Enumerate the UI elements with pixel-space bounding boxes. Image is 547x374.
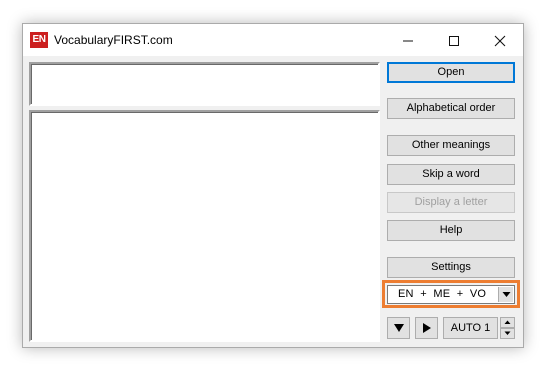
spin-up-button[interactable]	[500, 317, 515, 328]
language-mode-dropdown[interactable]: EN + ME + VO	[387, 285, 515, 304]
maximize-icon	[449, 36, 459, 46]
chevron-up-icon	[504, 320, 511, 324]
minimize-button[interactable]	[385, 24, 431, 56]
play-button[interactable]	[415, 317, 438, 339]
word-display-box[interactable]	[29, 62, 380, 106]
chevron-down-icon	[504, 331, 511, 335]
play-icon	[422, 323, 431, 333]
other-meanings-button[interactable]: Other meanings	[387, 135, 515, 156]
skip-word-button[interactable]: Skip a word	[387, 164, 515, 185]
display-letter-button[interactable]: Display a letter	[387, 192, 515, 213]
auto-speed-field[interactable]: AUTO 1	[443, 317, 498, 339]
close-icon	[494, 35, 506, 47]
dropdown-arrow-button[interactable]	[498, 287, 513, 302]
help-button[interactable]: Help	[387, 220, 515, 241]
alphabetical-order-button[interactable]: Alphabetical order	[387, 98, 515, 119]
chevron-down-icon	[502, 292, 510, 297]
spin-down-button[interactable]	[500, 328, 515, 339]
app-window: EN VocabularyFIRST.com Open Alphabetical…	[22, 23, 524, 348]
language-mode-value: EN + ME + VO	[398, 288, 487, 300]
definition-text-area[interactable]	[29, 110, 380, 342]
settings-button[interactable]: Settings	[387, 257, 515, 278]
triangle-down-icon	[393, 324, 404, 332]
previous-button[interactable]	[387, 317, 410, 339]
close-button[interactable]	[477, 24, 523, 56]
window-title: VocabularyFIRST.com	[54, 33, 173, 47]
title-bar: EN VocabularyFIRST.com	[23, 24, 523, 56]
open-button[interactable]: Open	[387, 62, 515, 83]
minimize-icon	[403, 40, 413, 42]
maximize-button[interactable]	[431, 24, 477, 56]
app-logo-icon: EN	[30, 32, 48, 48]
